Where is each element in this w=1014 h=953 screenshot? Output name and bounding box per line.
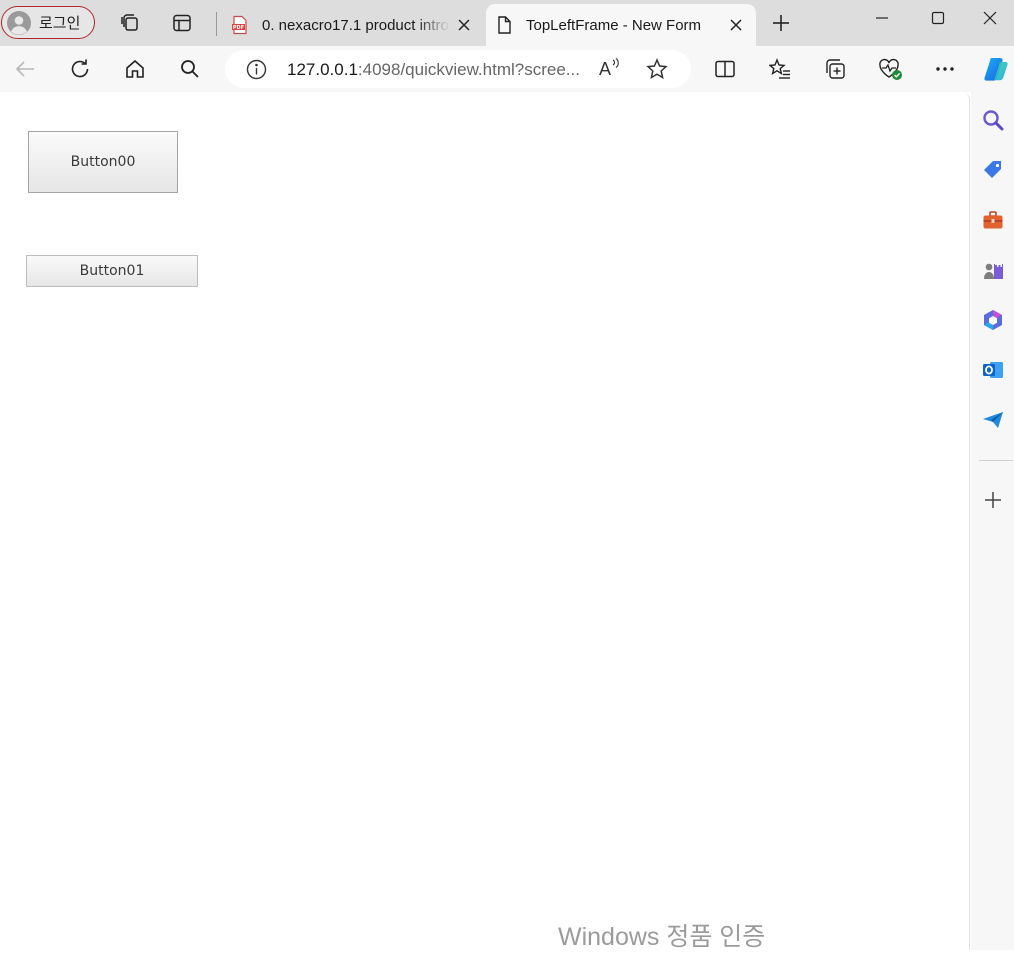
- outlook-icon: [983, 362, 1003, 378]
- tab-pdf[interactable]: PDF 0. nexacro17.1 product introduction: [222, 4, 484, 46]
- url-text[interactable]: 127.0.0.1:4098/quickview.html?scree...: [287, 60, 589, 80]
- star-icon: [646, 58, 668, 80]
- button01[interactable]: Button01: [26, 255, 198, 287]
- minimize-button[interactable]: [854, 0, 910, 36]
- workspaces-icon: [121, 14, 138, 31]
- sidebar-outlook-button[interactable]: [979, 356, 1007, 384]
- close-window-button[interactable]: [966, 0, 1014, 36]
- maximize-button[interactable]: [910, 0, 966, 36]
- more-icon: [936, 67, 954, 71]
- collections-icon: [826, 59, 845, 79]
- sidebar-microsoft365-button[interactable]: [979, 306, 1007, 334]
- split-screen-icon: [715, 60, 735, 78]
- plus-icon: [985, 492, 1001, 508]
- svg-text:PDF: PDF: [233, 25, 244, 31]
- close-icon: [458, 19, 470, 31]
- microsoft365-icon: [984, 310, 1002, 330]
- read-aloud-icon: A: [599, 59, 612, 79]
- profile-label: 로그인: [39, 15, 81, 32]
- read-aloud-button[interactable]: A: [597, 57, 623, 83]
- copilot-button[interactable]: [980, 53, 1012, 85]
- profile-button[interactable]: 로그인: [1, 6, 95, 39]
- heart-pulse-icon: [879, 58, 902, 80]
- arrow-left-icon: [15, 61, 34, 77]
- sidebar-divider: [979, 460, 1013, 461]
- workspaces-button[interactable]: [115, 8, 145, 38]
- refresh-icon: [71, 59, 89, 78]
- close-icon: [730, 19, 742, 31]
- shopping-tag-icon: [984, 161, 1001, 178]
- sidebar-games-button[interactable]: [979, 256, 1007, 284]
- new-tab-button[interactable]: [766, 8, 796, 38]
- tab-actions-icon: [173, 14, 191, 32]
- home-icon: [126, 59, 144, 78]
- tab-strip: 로그인 PDF 0. nexacro17.1 product introduct…: [0, 0, 1014, 46]
- tab-active-form[interactable]: TopLeftFrame - New Form: [486, 4, 756, 46]
- search-button[interactable]: [174, 53, 206, 85]
- pdf-icon: PDF: [232, 15, 247, 35]
- collections-button[interactable]: [819, 53, 851, 85]
- sidebar-add-button[interactable]: [979, 486, 1007, 514]
- sound-wave-icon: [612, 58, 619, 68]
- avatar-icon: [7, 10, 31, 35]
- windows-activation-watermark: Windows 정품 인증: [558, 923, 766, 951]
- plus-icon: [773, 15, 789, 31]
- tab-title: TopLeftFrame - New Form: [526, 16, 702, 34]
- url-path: :4098/quickview.html?scree...: [357, 60, 580, 79]
- search-icon: [983, 110, 1004, 131]
- toolbar: 127.0.0.1:4098/quickview.html?scree... A: [0, 46, 1014, 92]
- maximize-icon: [931, 11, 945, 25]
- favorites-button[interactable]: [764, 53, 796, 85]
- tab-close-button[interactable]: [722, 11, 750, 39]
- close-icon: [983, 11, 997, 25]
- minimize-icon: [876, 17, 888, 19]
- sidebar-search-button[interactable]: [979, 106, 1007, 134]
- document-icon: [498, 16, 511, 34]
- back-button[interactable]: [9, 53, 41, 85]
- info-icon: [246, 59, 267, 80]
- sidebar-shopping-button[interactable]: [979, 156, 1007, 184]
- vertical-tabs-button[interactable]: [167, 8, 197, 38]
- tab-title: 0. nexacro17.1 product introduction: [262, 16, 450, 34]
- tab-close-button[interactable]: [450, 11, 478, 39]
- home-button[interactable]: [119, 53, 151, 85]
- favorite-button[interactable]: [646, 58, 668, 85]
- browser-essentials-button[interactable]: [874, 53, 906, 85]
- favorites-list-icon: [769, 58, 790, 79]
- search-icon: [181, 60, 199, 78]
- split-screen-button[interactable]: [709, 53, 741, 85]
- settings-more-button[interactable]: [929, 53, 961, 85]
- edge-sidebar: [971, 92, 1014, 950]
- page-content: Button00 Button01 Windows 정품 인증: [0, 92, 970, 951]
- site-info-button[interactable]: [246, 59, 267, 85]
- sidebar-tools-button[interactable]: [979, 206, 1007, 234]
- chess-pieces-icon: [984, 263, 1003, 279]
- refresh-button[interactable]: [64, 53, 96, 85]
- url-host: 127.0.0.1: [287, 60, 358, 79]
- copilot-icon: [984, 58, 1008, 81]
- sidebar-send-button[interactable]: [979, 406, 1007, 434]
- toolbox-icon: [983, 211, 1003, 229]
- button00[interactable]: Button00: [28, 131, 178, 193]
- paper-plane-icon: [983, 412, 1003, 428]
- tab-separator: [216, 12, 217, 36]
- address-bar[interactable]: 127.0.0.1:4098/quickview.html?scree... A: [225, 50, 691, 88]
